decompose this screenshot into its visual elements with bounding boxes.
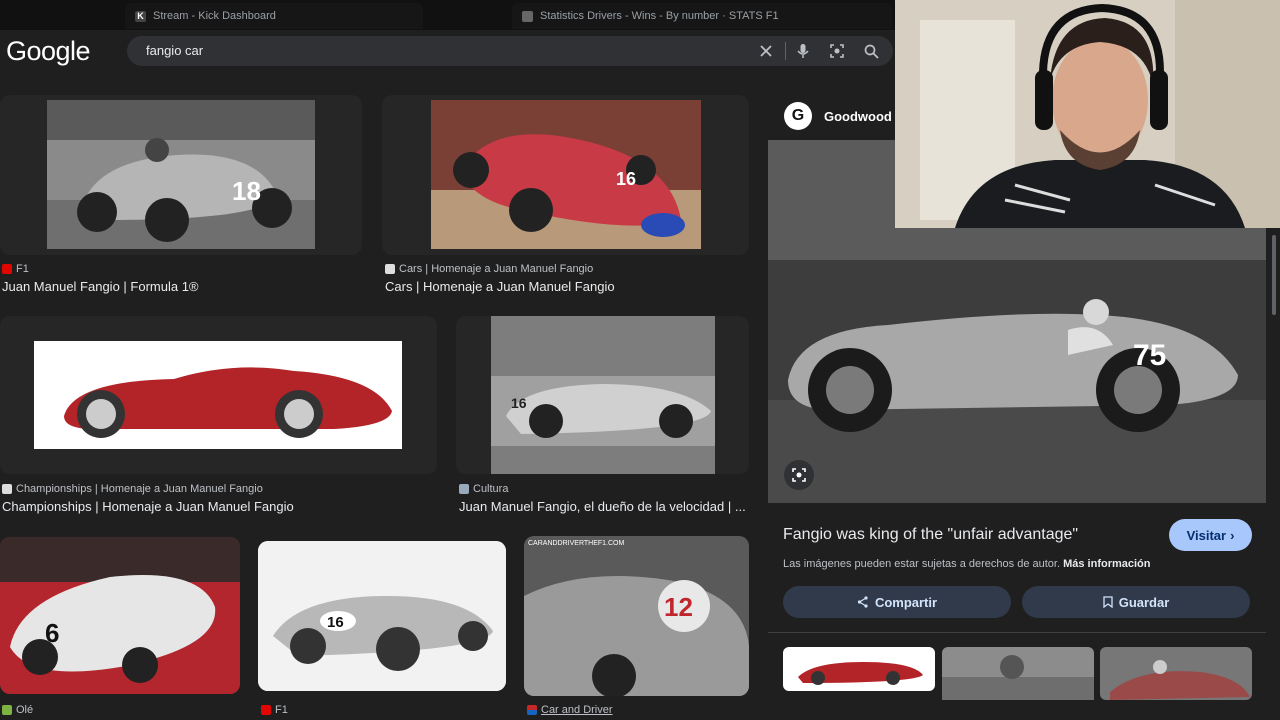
save-button[interactable]: Guardar: [1022, 586, 1250, 618]
visit-button[interactable]: Visitar ›: [1169, 519, 1252, 551]
copyright-text: Las imágenes pueden estar sujetas a dere…: [783, 558, 1061, 570]
result-title-3[interactable]: Championships | Homenaje a Juan Manuel F…: [2, 499, 437, 514]
car-number-label: 75: [1133, 339, 1166, 372]
result-source-1[interactable]: F1: [2, 263, 29, 275]
share-label: Compartir: [874, 594, 938, 610]
result-image-1: 18: [47, 100, 315, 249]
share-icon: [857, 596, 868, 608]
source-label: Cars | Homenaje a Juan Manuel Fangio: [399, 263, 594, 275]
image-result-2[interactable]: 16: [382, 95, 749, 255]
result-source-2[interactable]: Cars | Homenaje a Juan Manuel Fangio: [385, 263, 593, 275]
search-icon[interactable]: [861, 41, 881, 61]
result-image-4: 16: [491, 316, 715, 474]
source-label: F1: [275, 704, 288, 716]
image-result-7[interactable]: 12 CARANDDRIVERTHEF1.COM: [524, 536, 749, 696]
result-source-6[interactable]: F1: [261, 704, 288, 716]
chevron-right-icon: ›: [1230, 527, 1235, 543]
car-and-driver-favicon-icon: [527, 705, 537, 715]
car-number-label: 16: [616, 169, 636, 189]
copyright-notice: Las imágenes pueden estar sujetas a dere…: [783, 558, 1151, 570]
related-image-1[interactable]: [783, 647, 935, 691]
site-favicon-icon: [2, 484, 12, 494]
result-title-2[interactable]: Cars | Homenaje a Juan Manuel Fangio: [385, 279, 749, 294]
car-number-label: 12: [664, 592, 693, 622]
stats-icon: [522, 10, 533, 22]
car-number-label: 16: [511, 395, 527, 411]
more-info-link[interactable]: Más información: [1063, 558, 1150, 570]
preview-title[interactable]: Fangio was king of the "unfair advantage…: [783, 526, 1078, 544]
watermark-label: CARANDDRIVERTHEF1.COM: [528, 540, 624, 547]
search-divider: [785, 42, 786, 60]
image-result-6[interactable]: 16: [258, 541, 506, 691]
result-title-1[interactable]: Juan Manuel Fangio | Formula 1®: [2, 279, 362, 294]
result-source-7[interactable]: Car and Driver: [527, 704, 613, 716]
panel-divider: [768, 632, 1266, 633]
save-label: Guardar: [1118, 594, 1170, 610]
source-label: Cultura: [473, 483, 509, 495]
scrollbar[interactable]: [1272, 235, 1276, 315]
share-button[interactable]: Compartir: [783, 586, 1011, 618]
result-image-6: 16: [258, 541, 506, 691]
tab-label: Statistics Drivers - Wins - By number · …: [540, 10, 779, 22]
source-label: Car and Driver: [541, 704, 613, 716]
preview-site-name[interactable]: Goodwood: [824, 109, 892, 124]
car-number-label: 6: [45, 618, 59, 648]
tab-kick-dashboard[interactable]: K Stream - Kick Dashboard: [125, 3, 423, 29]
image-result-5[interactable]: 6: [0, 537, 240, 694]
google-logo[interactable]: Google: [6, 36, 91, 67]
result-title-4[interactable]: Juan Manuel Fangio, el dueño de la veloc…: [459, 499, 749, 514]
bookmark-icon: [1103, 596, 1113, 608]
result-image-7: 12 CARANDDRIVERTHEF1.COM: [524, 536, 749, 696]
google-lens-icon[interactable]: [784, 460, 814, 490]
clear-search-icon[interactable]: [756, 41, 776, 61]
f1-favicon-icon: [2, 264, 12, 274]
tab-label: Stream - Kick Dashboard: [153, 10, 276, 22]
source-label: Championships | Homenaje a Juan Manuel F…: [16, 483, 263, 495]
lens-icon[interactable]: [827, 41, 847, 61]
result-source-3[interactable]: Championships | Homenaje a Juan Manuel F…: [2, 483, 263, 495]
source-label: Olé: [16, 704, 34, 716]
related-image-3[interactable]: [1100, 647, 1252, 700]
related-image-2[interactable]: [942, 647, 1094, 700]
result-image-5: 6: [0, 537, 240, 694]
image-result-4[interactable]: 16: [456, 316, 749, 474]
car-number-label: 16: [327, 614, 344, 631]
search-input[interactable]: fangio car: [146, 43, 203, 58]
webcam-overlay: [895, 0, 1280, 228]
result-image-3: [34, 341, 402, 449]
goodwood-logo-icon[interactable]: G: [784, 102, 812, 130]
result-source-4[interactable]: Cultura: [459, 483, 508, 495]
result-source-5[interactable]: Olé: [2, 704, 33, 716]
visit-label: Visitar: [1186, 527, 1227, 543]
search-box[interactable]: [127, 36, 893, 66]
source-label: F1: [16, 263, 29, 275]
site-favicon-icon: [385, 264, 395, 274]
kick-icon: K: [135, 10, 146, 22]
site-favicon-icon: [459, 484, 469, 494]
tab-stats-f1[interactable]: Statistics Drivers - Wins - By number · …: [512, 3, 892, 29]
result-image-2: 16: [431, 100, 701, 249]
microphone-icon[interactable]: [793, 41, 813, 61]
ole-favicon-icon: [2, 705, 12, 715]
f1-favicon-icon: [261, 705, 271, 715]
image-result-3[interactable]: [0, 316, 437, 474]
car-number-label: 18: [232, 176, 261, 206]
image-result-1[interactable]: 18: [0, 95, 362, 255]
